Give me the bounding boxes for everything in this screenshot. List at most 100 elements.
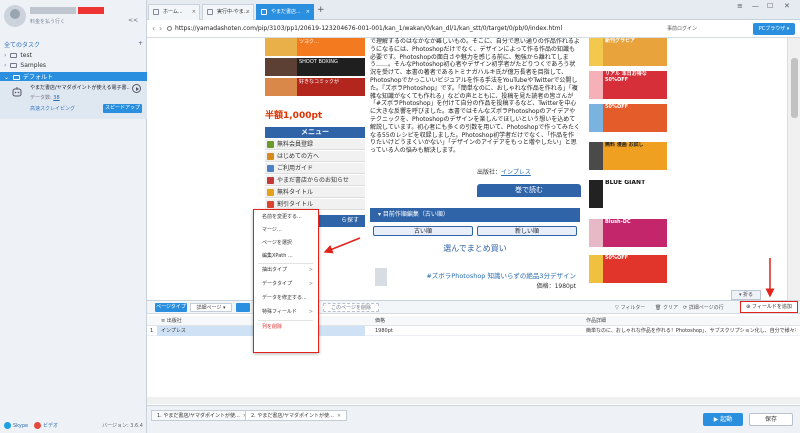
tree-folder-test[interactable]: › test	[0, 52, 147, 62]
delete-page-button[interactable]: このページを削除	[323, 303, 379, 312]
detail-page-dropdown[interactable]: 詳細ページ ▾	[190, 303, 232, 312]
menu-icon[interactable]: ≡	[737, 2, 743, 10]
skype-link[interactable]: Skype	[4, 422, 28, 429]
bottom-tab-2[interactable]: 2. やまだ書店/ヤマダポイントが使... ✕	[245, 410, 348, 421]
ad-banner[interactable]: 好きなコミックが	[265, 78, 365, 96]
pc-browser-button[interactable]: PCブラウザ ▾	[753, 23, 795, 35]
menu-select-page[interactable]: ページを選択	[254, 238, 317, 248]
fold-button[interactable]: ▾ 折る	[731, 290, 761, 300]
menu-extract-type[interactable]: 抽出タイプ >	[254, 265, 317, 275]
run-button[interactable]: ▶ 起動	[703, 413, 743, 426]
bottom-tab-1[interactable]: 1. やまだ書店/ヤマダポイントが使...✕	[151, 410, 254, 421]
column-header[interactable]: 作品詳細	[586, 316, 606, 326]
panel-h-scrollbar[interactable]	[147, 397, 800, 404]
cell-publisher[interactable]: インプレス	[161, 326, 186, 336]
task-data-count: データ数: 38	[30, 94, 60, 101]
add-field-button[interactable]: ⊕ フィールドを追加	[740, 301, 798, 313]
menu-item-news[interactable]: やまだ書店からのお知らせ	[265, 175, 365, 186]
pre-login-button[interactable]: 事前ログイン	[667, 25, 697, 32]
forward-button[interactable]: ›	[159, 24, 162, 33]
bottom-bar: 1. やまだ書店/ヤマダポイントが使...✕ 2. やまだ書店/ヤマダポイントが…	[147, 405, 800, 433]
menu-modify-data[interactable]: データを修正する...	[254, 293, 317, 303]
menu-item-free[interactable]: 無料タイトル	[265, 187, 365, 198]
page-type-button[interactable]: ページタイプ	[155, 303, 187, 312]
data-count-value[interactable]: 38	[53, 95, 59, 101]
save-button[interactable]: 保存	[749, 413, 793, 426]
folder-icon	[10, 63, 18, 68]
context-menu: 名前を変更する... マージ... ページを選択 編集XPath ... 抽出タ…	[253, 209, 319, 353]
detail-exec-button[interactable]: ⟳ 詳細ページの行	[683, 304, 724, 311]
table-row[interactable]: 1 インプレス 1980pt 簡単なのに、おしゃれな作品を作れる！Photosh…	[147, 326, 800, 336]
product-title-link[interactable]: #ズボラPhotoshop 知識いらずの絶品3分デザイン	[370, 270, 580, 280]
filter-button[interactable]: ▽ フィルター	[615, 304, 645, 311]
tab-running[interactable]: 実行中-やま... ×	[202, 4, 254, 20]
panel-toolbar: ページタイプ 詳細ページ ▾ このページを削除 ▽ フィルター 🗑 クリア ⟳ …	[147, 301, 800, 314]
ad-text: ツヨク…	[297, 38, 365, 56]
skype-icon	[4, 422, 11, 429]
new-tab-button[interactable]: +	[317, 5, 325, 15]
task-name[interactable]: やまだ書店/ヤマダポイントが使える電子書...	[30, 84, 130, 91]
add-task-icon[interactable]: +	[138, 40, 143, 47]
back-button[interactable]: ‹	[152, 24, 155, 33]
collapse-sidebar-button[interactable]: <<	[128, 17, 138, 24]
speed-up-button[interactable]: スピードアップ	[103, 104, 142, 113]
column-header[interactable]: 価格	[375, 316, 385, 326]
plan-link[interactable]: 料金を払う行く	[30, 18, 65, 25]
ad-banner[interactable]: 50%OFF	[589, 104, 667, 132]
all-tasks-header[interactable]: 全てのタスク +	[0, 40, 147, 50]
order-bar[interactable]: ▾ 目前作順編集（古い順）	[370, 208, 580, 222]
ad-banner[interactable]: 無料 漫画 お試し	[589, 142, 667, 170]
column-header[interactable]: ≡ 出版社	[161, 316, 182, 326]
maximize-icon[interactable]: ☐	[767, 2, 773, 10]
menu-merge[interactable]: マージ...	[254, 225, 317, 235]
clear-button[interactable]: 🗑 クリア	[655, 304, 678, 311]
menu-divider	[258, 263, 313, 264]
close-tab-icon[interactable]: ×	[246, 5, 250, 19]
menu-data-type[interactable]: データタイプ >	[254, 279, 317, 289]
product-price: 価格：1980pt	[536, 283, 576, 290]
order-new-button[interactable]: 新しい順	[477, 226, 577, 236]
cell-detail[interactable]: 簡単なのに、おしゃれな作品を作れる！Photoshop」、サブスクリプション化し…	[586, 326, 796, 336]
page-icon	[207, 9, 213, 15]
ad-banner[interactable]: 新刊グラビア	[589, 38, 667, 66]
menu-item-register[interactable]: 無料会員登録	[265, 139, 365, 150]
data-count-label: データ数:	[30, 95, 52, 101]
ad-banner[interactable]: リアル 本日お得な 50%OFF	[589, 71, 667, 99]
promo-price[interactable]: 半額1,000pt	[265, 108, 322, 121]
cell-price[interactable]: 1980pt	[375, 326, 393, 336]
order-old-button[interactable]: 古い順	[373, 226, 473, 236]
ad-banner[interactable]: SHOOT BOXING	[265, 58, 365, 76]
tree-folder-samples[interactable]: › Samples	[0, 62, 147, 72]
close-window-icon[interactable]: ✕	[784, 2, 790, 10]
ad-banner[interactable]: 50%OFF	[589, 255, 667, 283]
menu-label: 名前を変更する...	[262, 214, 302, 220]
tab-yamada[interactable]: やまだ書店... ×	[256, 4, 314, 20]
web-view[interactable]: ツヨク… SHOOT BOXING 好きなコミックが 半額1,000pt メニュ…	[147, 38, 800, 300]
ad-banner[interactable]: Blush-DC	[589, 219, 667, 247]
close-icon[interactable]: ✕	[337, 413, 341, 419]
menu-special-field[interactable]: 特殊フィールド >	[254, 307, 317, 317]
menu-delete-column[interactable]: 列を削除	[254, 322, 317, 332]
page-select-dropdown[interactable]	[236, 303, 250, 312]
url-text: https://yamadashoten.com/pip/3103/pp1/20…	[175, 25, 563, 32]
tab-home[interactable]: ホーム... ×	[148, 4, 200, 20]
read-volume-button[interactable]: 巻で読む	[477, 184, 581, 197]
ad-banner[interactable]: ツヨク…	[265, 38, 365, 56]
video-link[interactable]: ビデオ	[34, 422, 58, 429]
close-tab-icon[interactable]: ×	[192, 5, 196, 19]
avatar[interactable]	[4, 5, 26, 27]
url-field[interactable]: https://yamadashoten.com/pip/3103/pp1/20…	[167, 23, 747, 34]
close-tab-icon[interactable]: ×	[306, 5, 310, 19]
task-card[interactable]: やまだ書店/ヤマダポイントが使える電子書... データ数: 38 高速スクレイピ…	[0, 81, 147, 119]
web-scrollbar[interactable]	[787, 38, 800, 300]
minimize-icon[interactable]: —	[752, 2, 759, 10]
ad-banner[interactable]: BLUE GIANT	[589, 180, 667, 208]
menu-item-label: 無料タイトル	[277, 189, 314, 196]
menu-item-beginner[interactable]: はじめての方へ	[265, 151, 365, 162]
publisher-link[interactable]: インプレス	[501, 169, 531, 176]
play-icon[interactable]	[132, 84, 141, 93]
menu-item-guide[interactable]: ご利用ガイド	[265, 163, 365, 174]
scroll-thumb[interactable]	[791, 58, 798, 118]
menu-edit-xpath[interactable]: 編集XPath ...	[254, 251, 317, 261]
menu-rename[interactable]: 名前を変更する...	[254, 212, 317, 222]
